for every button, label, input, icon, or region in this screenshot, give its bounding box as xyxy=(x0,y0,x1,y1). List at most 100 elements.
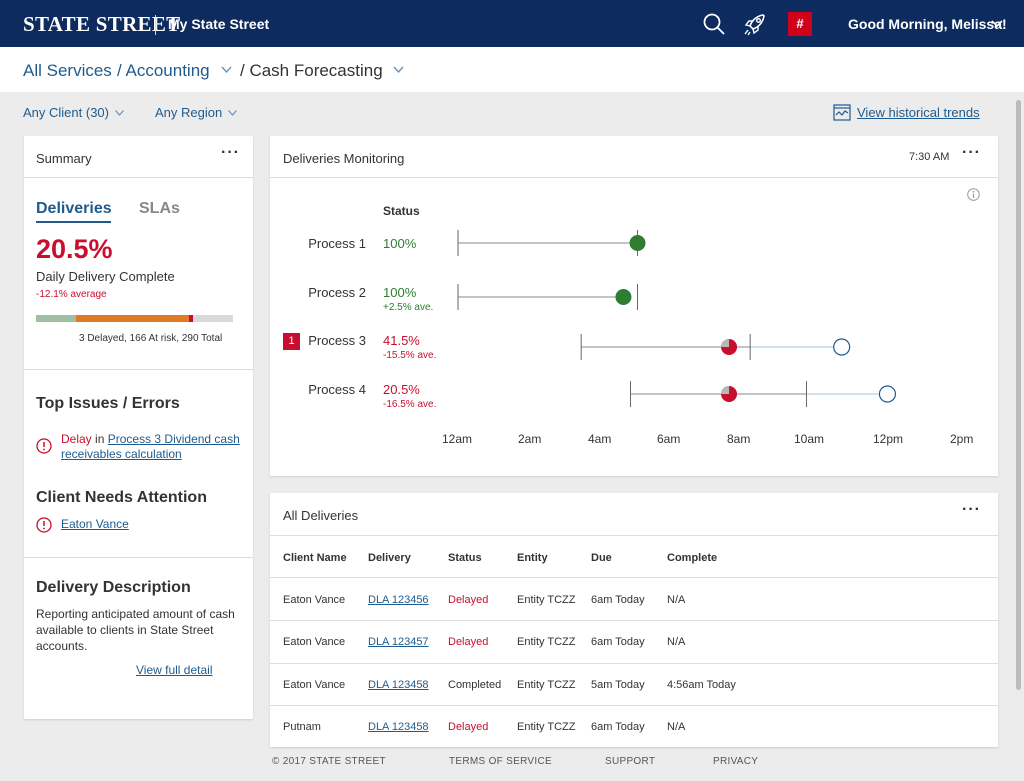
cell-client-name: Eaton Vance xyxy=(283,679,346,691)
column-header-due[interactable]: Due xyxy=(591,552,612,564)
top-issues-title: Top Issues / Errors xyxy=(36,395,180,412)
cell-entity: Entity TCZZ xyxy=(517,636,576,648)
top-navigation-bar: STATE STREET My State Street # Good Morn… xyxy=(0,0,1024,47)
cell-due: 5am Today xyxy=(591,679,645,691)
client-needs-attention-title: Client Needs Attention xyxy=(36,489,207,506)
logo-divider xyxy=(155,15,156,35)
breadcrumb-all-services[interactable]: All Services xyxy=(23,61,112,81)
column-header-status[interactable]: Status xyxy=(448,552,482,564)
cell-status: Delayed xyxy=(448,636,489,648)
cell-delivery-link[interactable]: DLA 123458 xyxy=(368,679,429,691)
cell-entity: Entity TCZZ xyxy=(517,679,576,691)
completed-marker xyxy=(629,235,646,251)
column-header-delivery[interactable]: Delivery xyxy=(368,552,411,564)
projected-completion-marker xyxy=(878,385,897,403)
daily-delivery-label: Daily Delivery Complete xyxy=(36,269,175,284)
divider xyxy=(24,557,253,558)
cell-due: 6am Today xyxy=(591,636,645,648)
average-change: -12.1% average xyxy=(36,289,107,300)
x-tick-label: 10am xyxy=(794,432,825,446)
summary-more-menu[interactable]: ··· xyxy=(221,144,240,162)
divider xyxy=(270,663,998,664)
cell-delivery-link[interactable]: DLA 123458 xyxy=(368,721,429,733)
delivery-totals: 3 Delayed, 166 At risk, 290 Total xyxy=(79,333,223,344)
x-tick-label: 6am xyxy=(657,432,681,446)
projected-completion-marker xyxy=(833,338,851,356)
trend-chart-icon[interactable] xyxy=(833,103,851,121)
all-deliveries-more-menu[interactable]: ··· xyxy=(962,501,981,519)
client-filter[interactable]: Any Client (30) xyxy=(23,105,109,120)
footer-support-link[interactable]: SUPPORT xyxy=(605,756,655,767)
column-header-client-name[interactable]: Client Name xyxy=(283,552,347,564)
cell-status: Delayed xyxy=(448,721,489,733)
x-tick-label: 2pm xyxy=(950,432,974,446)
rocket-icon[interactable] xyxy=(741,10,769,38)
alert-icon xyxy=(36,438,52,454)
region-filter[interactable]: Any Region xyxy=(155,105,222,120)
cell-complete: 4:56am Today xyxy=(667,679,736,691)
divider xyxy=(270,705,998,706)
cell-complete: N/A xyxy=(667,594,686,606)
progress-at-risk-segment xyxy=(76,315,190,322)
footer-copyright: © 2017 STATE STREET xyxy=(272,756,386,767)
chevron-down-icon[interactable] xyxy=(221,66,232,74)
progress-wedge xyxy=(721,339,730,347)
progress-wedge xyxy=(721,386,730,394)
chevron-down-icon[interactable] xyxy=(228,110,237,116)
x-tick-label: 8am xyxy=(727,432,751,446)
divider xyxy=(270,620,998,621)
breadcrumb-accounting[interactable]: / Accounting xyxy=(117,61,210,81)
x-tick-label: 2am xyxy=(518,432,542,446)
user-greeting[interactable]: Good Morning, Melissa! xyxy=(848,16,1007,32)
x-tick-label: 12am xyxy=(442,432,473,446)
alert-icon xyxy=(36,517,52,533)
page-scrollbar[interactable] xyxy=(1016,100,1021,690)
cell-client-name: Eaton Vance xyxy=(283,594,346,606)
chevron-down-icon[interactable] xyxy=(393,66,404,74)
delivery-progress-bar xyxy=(36,315,233,322)
chevron-down-icon[interactable] xyxy=(991,19,1003,29)
notifications-badge[interactable]: # xyxy=(788,12,812,36)
progress-delayed-segment xyxy=(189,315,193,322)
tab-slas[interactable]: SLAs xyxy=(139,200,180,218)
completed-marker xyxy=(615,289,632,305)
column-header-entity[interactable]: Entity xyxy=(517,552,548,564)
divider xyxy=(24,177,253,178)
cell-delivery-link[interactable]: DLA 123456 xyxy=(368,594,429,606)
deliveries-monitoring-card: Deliveries Monitoring 7:30 AM ··· Status… xyxy=(270,136,998,476)
breadcrumb-cash-forecasting[interactable]: / Cash Forecasting xyxy=(240,61,383,81)
delivery-timeline-chart xyxy=(457,230,897,407)
issue-in-text: in xyxy=(95,432,105,446)
all-deliveries-card: All Deliveries ··· Client Name Delivery … xyxy=(270,493,998,747)
active-tab-underline xyxy=(36,221,111,223)
footer-terms-link[interactable]: TERMS OF SERVICE xyxy=(449,756,552,767)
cell-entity: Entity TCZZ xyxy=(517,721,576,733)
x-tick-label: 12pm xyxy=(873,432,904,446)
progress-complete-segment xyxy=(36,315,77,322)
view-full-detail-link[interactable]: View full detail xyxy=(136,663,213,677)
cell-client-name: Putnam xyxy=(283,721,321,733)
divider xyxy=(270,535,998,536)
divider xyxy=(24,369,253,370)
divider xyxy=(270,577,998,578)
issue-text: Delay in Process 3 Dividend cash receiva… xyxy=(61,432,241,462)
issue-type: Delay xyxy=(61,432,92,446)
all-deliveries-title: All Deliveries xyxy=(283,508,359,523)
cell-complete: N/A xyxy=(667,721,686,733)
delivery-description-title: Delivery Description xyxy=(36,579,191,596)
cell-delivery-link[interactable]: DLA 123457 xyxy=(368,636,429,648)
logo[interactable]: STATE STREET xyxy=(23,12,180,37)
search-icon[interactable] xyxy=(702,12,726,36)
daily-delivery-percent: 20.5% xyxy=(36,234,113,264)
chevron-down-icon[interactable] xyxy=(115,110,124,116)
tab-deliveries[interactable]: Deliveries xyxy=(36,200,112,218)
cell-due: 6am Today xyxy=(591,721,645,733)
client-attention-link[interactable]: Eaton Vance xyxy=(61,517,129,531)
cell-due: 6am Today xyxy=(591,594,645,606)
view-historical-trends-link[interactable]: View historical trends xyxy=(857,105,980,120)
cell-status: Completed xyxy=(448,679,502,691)
column-header-complete[interactable]: Complete xyxy=(667,552,717,564)
app-name[interactable]: My State Street xyxy=(168,16,269,32)
footer-privacy-link[interactable]: PRIVACY xyxy=(713,756,758,767)
x-tick-label: 4am xyxy=(588,432,612,446)
